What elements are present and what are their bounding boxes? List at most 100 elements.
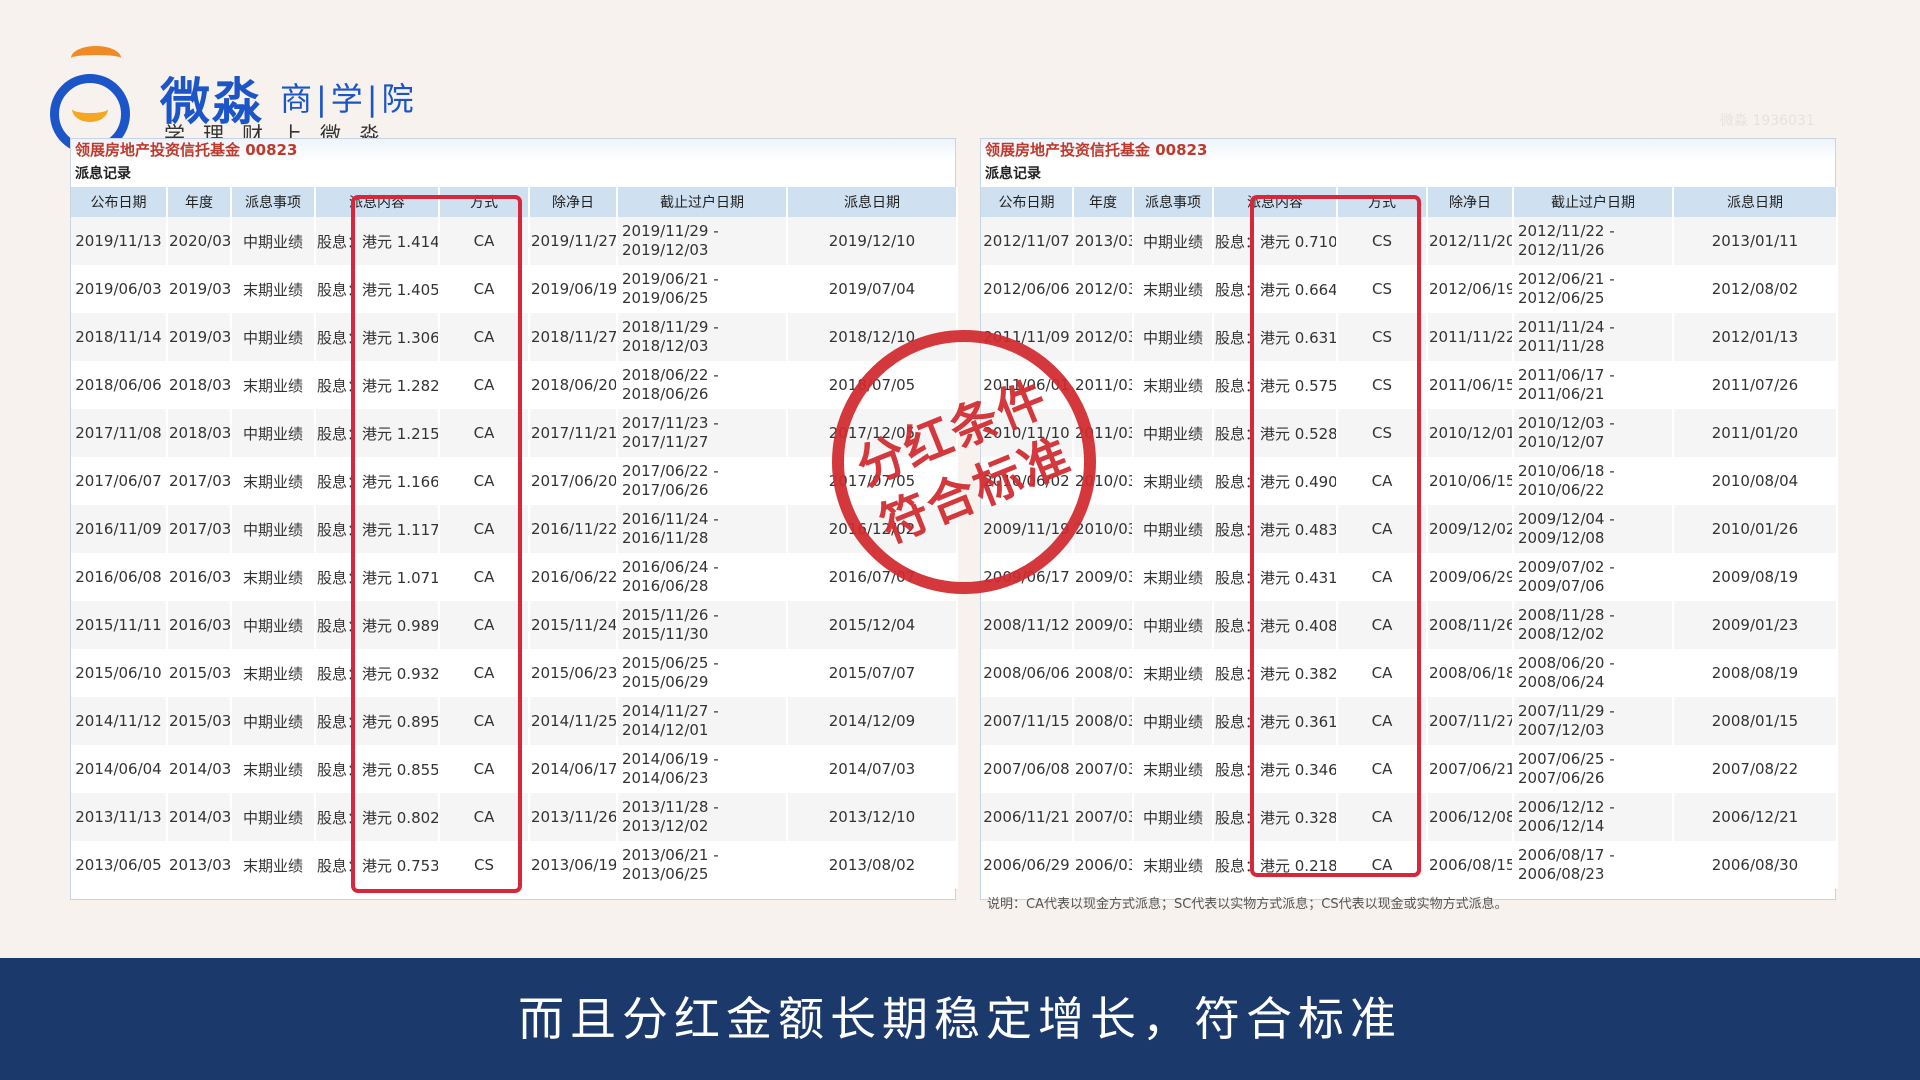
table-cell: 2006/08/17 - 2006/08/23 xyxy=(1513,841,1674,889)
column-header: 派息日期 xyxy=(1673,187,1838,217)
table-cell: 2008/06/20 - 2008/06/24 xyxy=(1513,649,1674,697)
table-cell: 2014/07/03 xyxy=(787,745,958,793)
table-cell: 2011/07/26 xyxy=(1673,361,1838,409)
table-cell: 2008/03 xyxy=(1073,649,1134,697)
table-cell: 2006/12/12 - 2006/12/14 xyxy=(1513,793,1674,841)
table-cell: 2006/08/30 xyxy=(1673,841,1838,889)
table-cell: 2012/03 xyxy=(1073,265,1134,313)
panel-section-title: 派息记录 xyxy=(985,166,1041,182)
table-cell: 2014/06/19 - 2014/06/23 xyxy=(617,745,788,793)
dividend-content-highlight-right xyxy=(1250,195,1421,877)
column-header: 公布日期 xyxy=(981,187,1074,217)
table-cell: 中期业绩 xyxy=(231,313,316,361)
table-cell: 2012/06/21 - 2012/06/25 xyxy=(1513,265,1674,313)
table-cell: 2009/01/23 xyxy=(1673,601,1838,649)
panel-section-title: 派息记录 xyxy=(75,166,131,182)
table-cell: 2014/03 xyxy=(167,745,232,793)
table-cell: 2019/06/19 xyxy=(529,265,618,313)
table-cell: 2016/11/22 xyxy=(529,505,618,553)
table-cell: 2009/07/02 - 2009/07/06 xyxy=(1513,553,1674,601)
table-cell: 末期业绩 xyxy=(1133,745,1214,793)
table-cell: 2016/03 xyxy=(167,553,232,601)
table-cell: 2007/03 xyxy=(1073,793,1134,841)
table-cell: 中期业绩 xyxy=(231,697,316,745)
table-cell: 2010/06/18 - 2010/06/22 xyxy=(1513,457,1674,505)
table-cell: 2017/11/21 xyxy=(529,409,618,457)
table-cell: 中期业绩 xyxy=(1133,601,1214,649)
table-cell: 中期业绩 xyxy=(1133,697,1214,745)
table-cell: 2017/06/20 xyxy=(529,457,618,505)
table-cell: 2012/01/13 xyxy=(1673,313,1838,361)
table-cell: 2007/03 xyxy=(1073,745,1134,793)
table-cell: 2013/06/19 xyxy=(529,841,618,889)
table-cell: 2013/11/28 - 2013/12/02 xyxy=(617,793,788,841)
column-header: 年度 xyxy=(167,187,232,217)
table-cell: 2010/12/03 - 2010/12/07 xyxy=(1513,409,1674,457)
table-cell: 2012/11/20 xyxy=(1427,217,1514,265)
table-cell: 末期业绩 xyxy=(231,745,316,793)
panel-title: 领展房地产投资信托基金 00823 xyxy=(71,139,955,161)
table-cell: 中期业绩 xyxy=(231,409,316,457)
table-cell: 末期业绩 xyxy=(231,361,316,409)
column-header: 派息事项 xyxy=(1133,187,1214,217)
table-cell: 末期业绩 xyxy=(231,553,316,601)
table-cell: 2018/06/20 xyxy=(529,361,618,409)
table-cell: 2018/11/14 xyxy=(71,313,168,361)
table-cell: 2018/03 xyxy=(167,409,232,457)
table-cell: 2010/12/01 xyxy=(1427,409,1514,457)
table-cell: 2013/03 xyxy=(167,841,232,889)
table-cell: 2007/08/22 xyxy=(1673,745,1838,793)
table-cell: 2008/11/26 xyxy=(1427,601,1514,649)
table-cell: 2019/03 xyxy=(167,313,232,361)
table-cell: 2015/07/07 xyxy=(787,649,958,697)
table-cell: 2009/06/29 xyxy=(1427,553,1514,601)
column-header: 除净日 xyxy=(529,187,618,217)
table-cell: 2013/03 xyxy=(1073,217,1134,265)
table-cell: 末期业绩 xyxy=(1133,457,1214,505)
table-cell: 2014/03 xyxy=(167,793,232,841)
table-cell: 2018/03 xyxy=(167,361,232,409)
table-cell: 2008/11/12 xyxy=(981,601,1074,649)
table-cell: 末期业绩 xyxy=(231,841,316,889)
column-header: 公布日期 xyxy=(71,187,168,217)
table-cell: 2007/11/29 - 2007/12/03 xyxy=(1513,697,1674,745)
table-cell: 末期业绩 xyxy=(231,457,316,505)
table-cell: 2015/06/25 - 2015/06/29 xyxy=(617,649,788,697)
table-cell: 2015/06/23 xyxy=(529,649,618,697)
table-cell: 中期业绩 xyxy=(1133,409,1214,457)
table-cell: 末期业绩 xyxy=(1133,553,1214,601)
legend-note: 说明：CA代表以现金方式派息；SC代表以实物方式派息；CS代表以现金或实物方式派… xyxy=(987,897,1508,912)
table-cell: 2011/06/15 xyxy=(1427,361,1514,409)
table-cell: 2008/03 xyxy=(1073,697,1134,745)
logo-sub-text: 商|学|院 xyxy=(280,80,418,118)
table-cell: 末期业绩 xyxy=(231,649,316,697)
table-cell: 2006/11/21 xyxy=(981,793,1074,841)
table-cell: 2012/06/19 xyxy=(1427,265,1514,313)
table-cell: 末期业绩 xyxy=(231,265,316,313)
table-cell: 2015/03 xyxy=(167,697,232,745)
table-cell: 2019/12/10 xyxy=(787,217,958,265)
table-cell: 2011/01/20 xyxy=(1673,409,1838,457)
table-cell: 2017/03 xyxy=(167,457,232,505)
table-cell: 2015/11/26 - 2015/11/30 xyxy=(617,601,788,649)
table-cell: 2017/11/23 - 2017/11/27 xyxy=(617,409,788,457)
table-cell: 2006/12/21 xyxy=(1673,793,1838,841)
table-cell: 2013/06/21 - 2013/06/25 xyxy=(617,841,788,889)
table-cell: 中期业绩 xyxy=(1133,505,1214,553)
table-cell: 2015/06/10 xyxy=(71,649,168,697)
panel-title: 领展房地产投资信托基金 00823 xyxy=(981,139,1835,161)
table-cell: 2009/03 xyxy=(1073,601,1134,649)
table-cell: 2010/01/26 xyxy=(1673,505,1838,553)
table-cell: 2017/11/08 xyxy=(71,409,168,457)
table-cell: 2019/06/21 - 2019/06/25 xyxy=(617,265,788,313)
table-cell: 2007/06/08 xyxy=(981,745,1074,793)
table-cell: 2019/11/13 xyxy=(71,217,168,265)
table-cell: 2014/11/27 - 2014/12/01 xyxy=(617,697,788,745)
column-header: 派息事项 xyxy=(231,187,316,217)
table-cell: 2012/06/06 xyxy=(981,265,1074,313)
column-header: 截止过户日期 xyxy=(1513,187,1674,217)
table-cell: 末期业绩 xyxy=(1133,361,1214,409)
table-cell: 中期业绩 xyxy=(231,601,316,649)
table-cell: 2016/03 xyxy=(167,601,232,649)
table-cell: 2015/11/11 xyxy=(71,601,168,649)
